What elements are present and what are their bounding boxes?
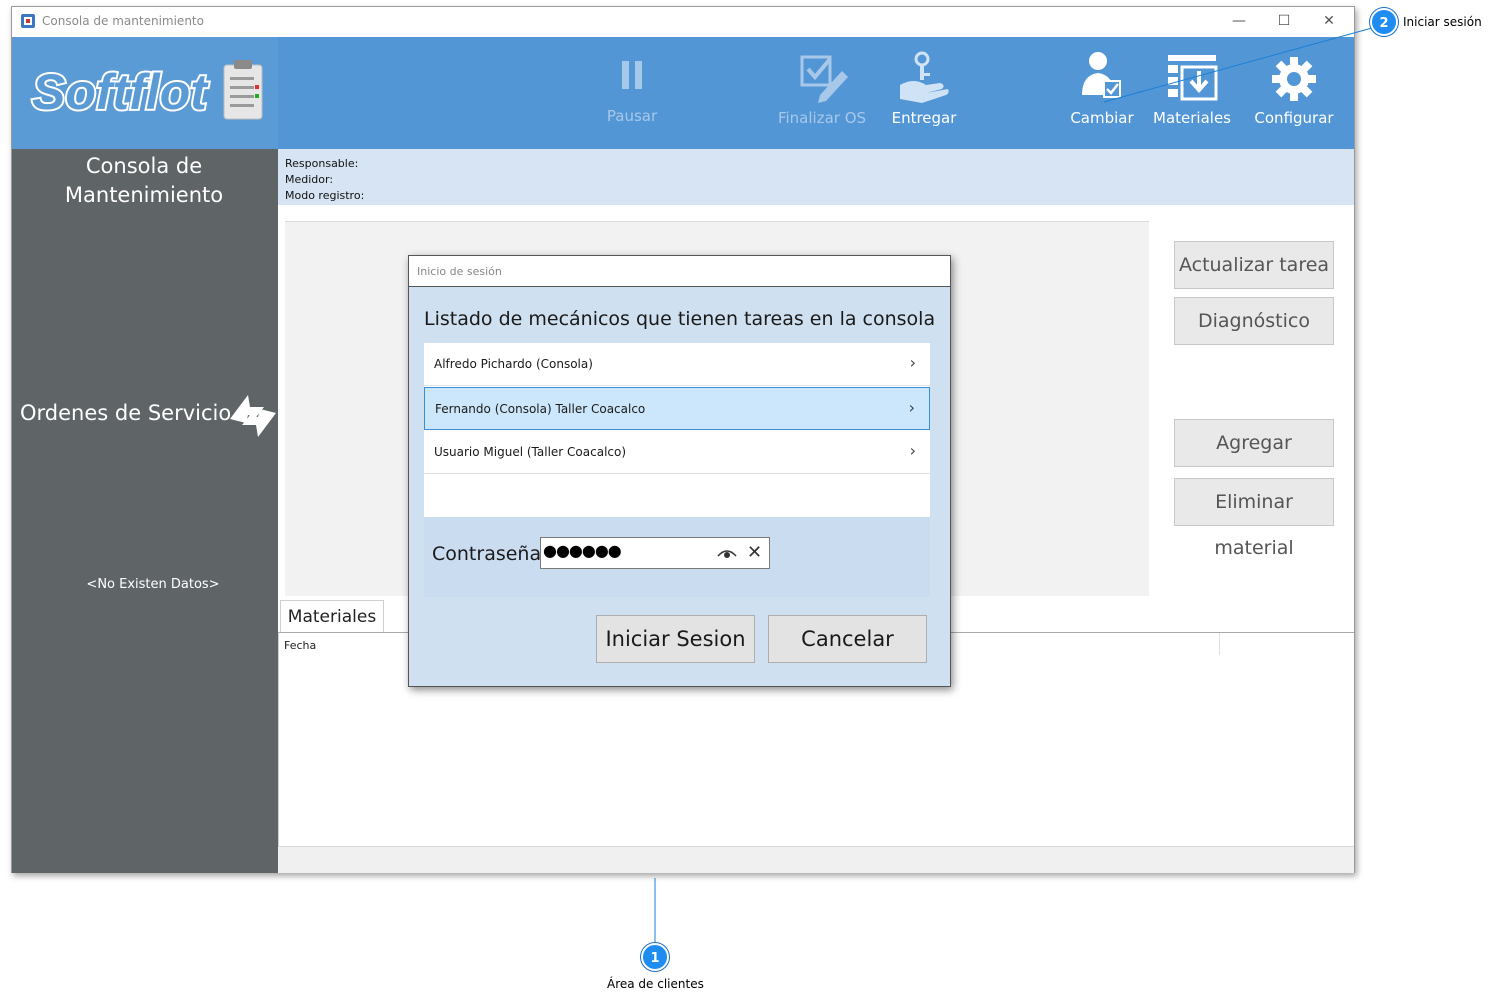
callout-label-1: Área de clientes: [607, 977, 704, 991]
callout-lines: [654, 27, 1373, 944]
callout-badge-1: 1: [641, 943, 669, 971]
callout-badge-2: 2: [1370, 8, 1398, 36]
callout-label-2: Iniciar sesión: [1403, 15, 1482, 29]
